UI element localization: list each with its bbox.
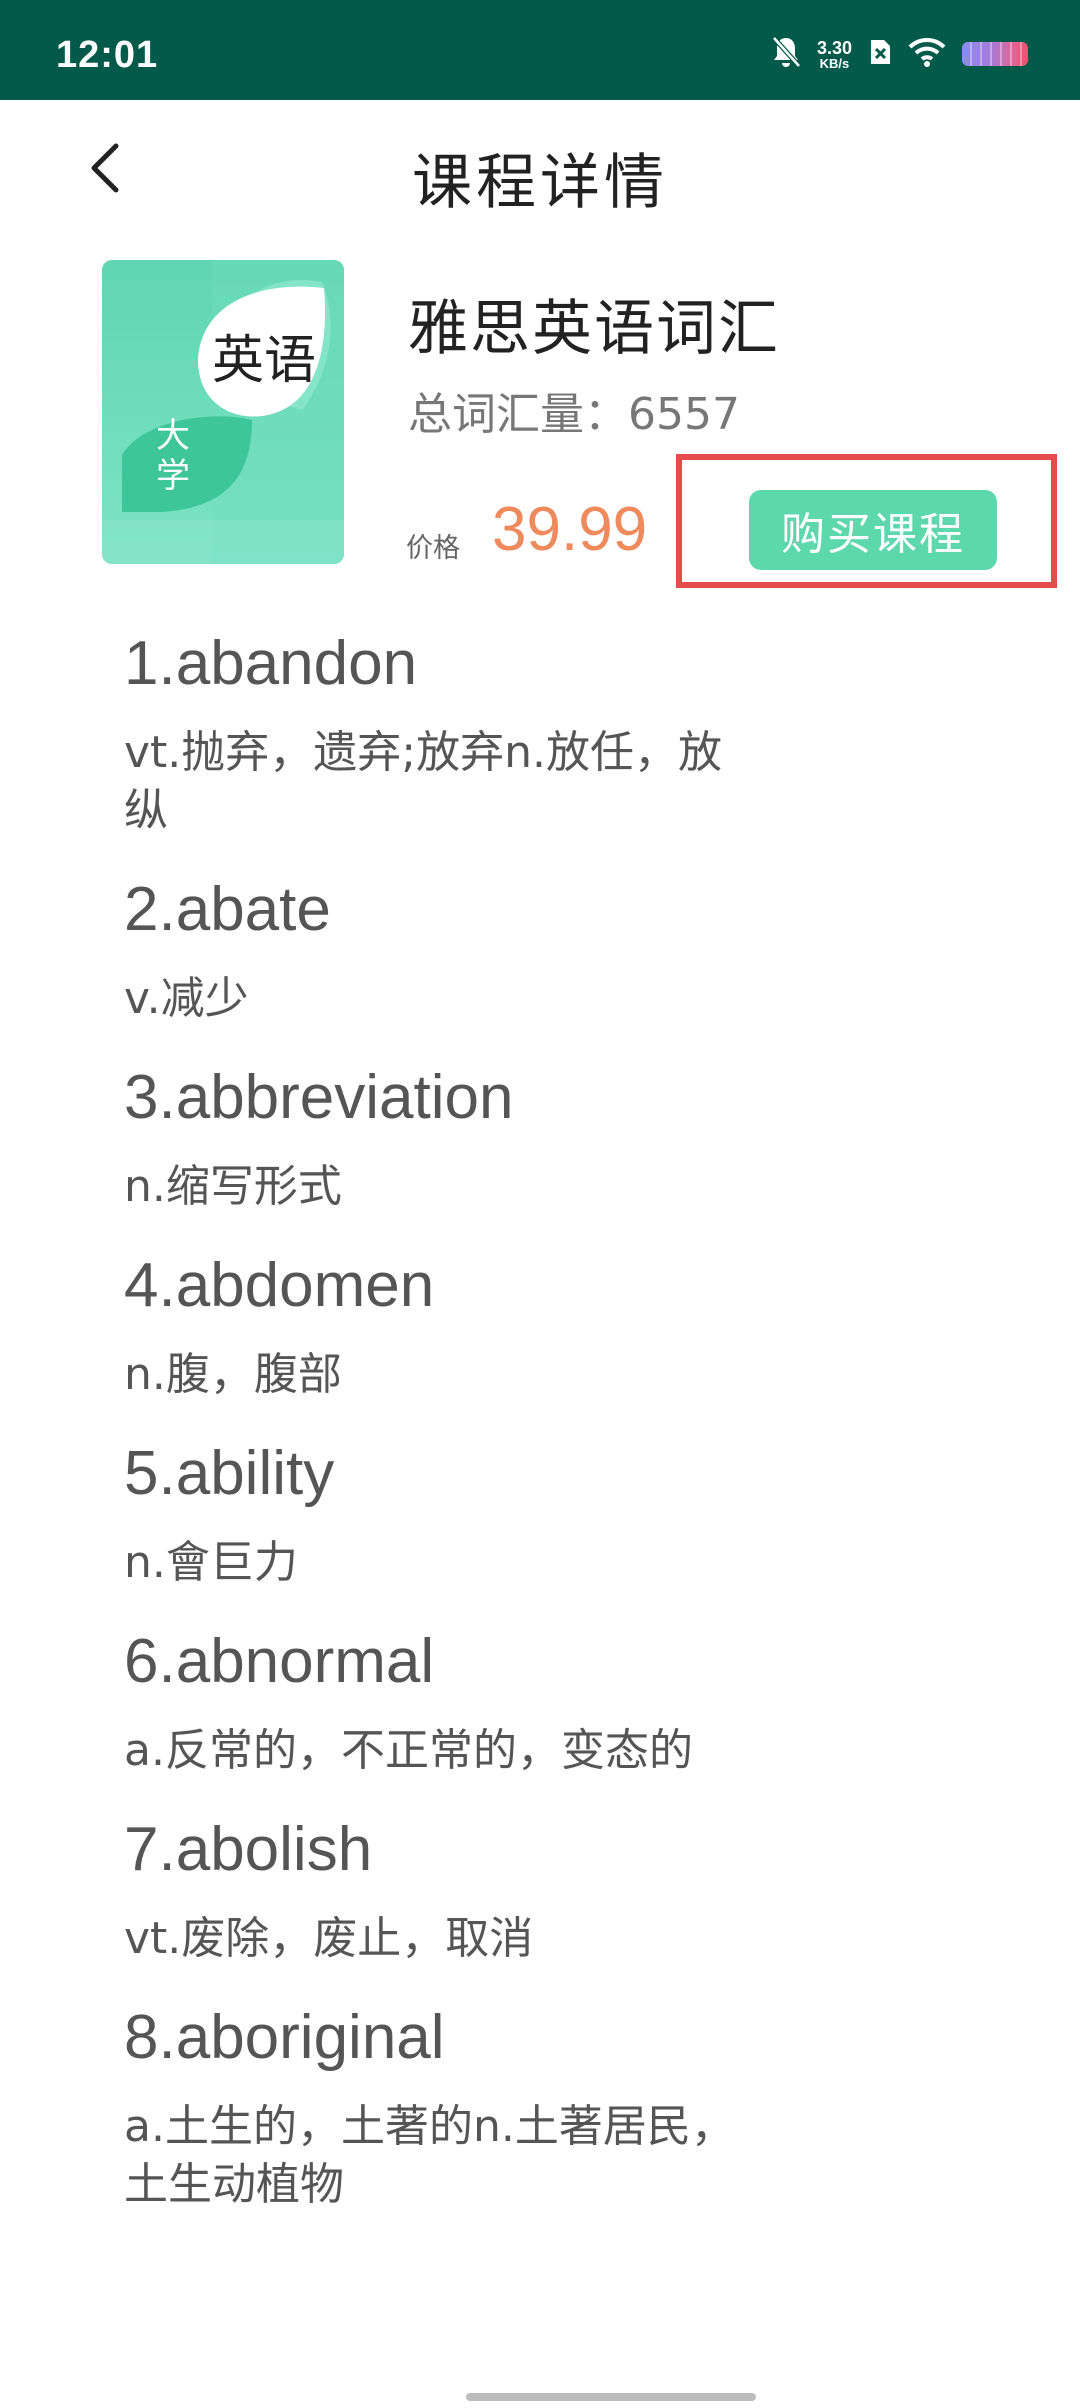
word-term: 5.ability [124,1439,335,1508]
word-definition: vt.抛弃，遗弃;放弃n.放任，放纵 [124,727,722,836]
word-term: 2.abate [124,875,331,944]
battery-icon [962,42,1028,66]
word-list: 1.abandon vt.抛弃，遗弃;放弃n.放任，放纵 2.abate v.减… [124,610,764,2230]
word-term: 8.aboriginal [124,2003,445,2072]
word-definition: vt.废除，废止，取消 [124,1913,534,1964]
course-name: 雅思英语词汇 [408,294,780,364]
list-item: 5.ability n.會巨力 [124,1426,764,1608]
word-term: 6.abnormal [124,1627,435,1696]
cover-main-text: 英语 [212,331,316,391]
word-definition: n.腹，腹部 [124,1349,342,1400]
buy-course-button[interactable]: 购买课程 [749,490,997,570]
list-item: 7.abolish vt.废除，废止，取消 [124,1802,764,1984]
list-item: 8.aboriginal a.土生的，土著的n.土著居民，土生动植物 [124,1990,764,2230]
list-item: 1.abandon vt.抛弃，遗弃;放弃n.放任，放纵 [124,616,764,856]
wifi-icon [908,37,946,71]
word-definition: n.會巨力 [124,1537,298,1588]
list-item: 4.abdomen n.腹，腹部 [124,1238,764,1420]
net-speed-unit: KB/s [819,55,850,71]
price-value: 39.99 [492,495,648,564]
list-item: 6.abnormal a.反常的，不正常的，变态的 [124,1614,764,1796]
cover-badge-text: 大学 [156,416,190,496]
status-icons: 3.30 KB/s [771,32,1028,76]
header: 课程详情 [0,100,1080,250]
word-term: 1.abandon [124,629,418,698]
page-title: 课程详情 [412,148,668,218]
word-term: 7.abolish [124,1815,373,1884]
word-definition: v.减少 [124,973,249,1024]
word-definition: a.反常的，不正常的，变态的 [124,1725,693,1776]
list-item: 2.abate v.减少 [124,862,764,1044]
word-term: 4.abdomen [124,1251,435,1320]
list-item: 3.abbreviation n.缩写形式 [124,1050,764,1232]
home-indicator[interactable] [466,2393,756,2401]
sim-x-icon [868,38,892,70]
word-definition: n.缩写形式 [124,1161,342,1212]
net-speed-value: 3.30 [816,37,852,58]
word-count: 总词汇量：6557 [408,389,740,440]
word-definition: a.土生的，土著的n.土著居民，土生动植物 [124,2101,735,2210]
network-speed: 3.30 KB/s [817,39,852,70]
mute-bell-icon [771,35,801,73]
word-term: 3.abbreviation [124,1063,514,1132]
status-time: 12:01 [56,34,159,76]
status-bar: 12:01 3.30 KB/s [0,0,1080,100]
course-cover-image: 英语 大学 [102,260,344,564]
price-label: 价格 [406,533,460,564]
